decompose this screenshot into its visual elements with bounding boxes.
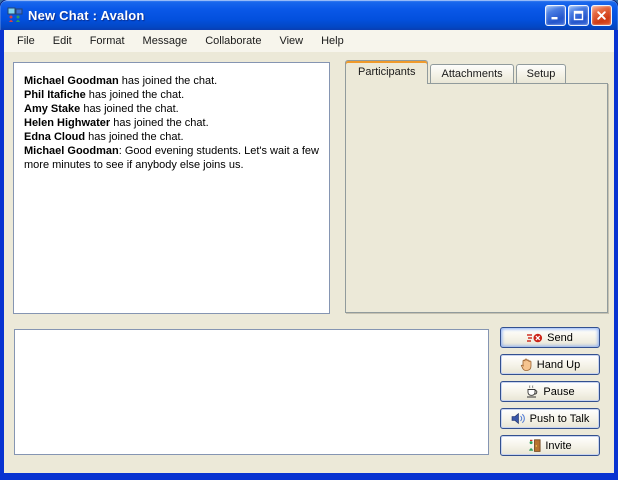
chat-log: Michael Goodman has joined the chat. Phi… [13, 62, 330, 314]
button-label: Invite [545, 440, 571, 452]
menu-view[interactable]: View [270, 32, 312, 50]
button-label: Pause [543, 386, 574, 398]
chat-message: Michael Goodman: Good evening students. … [24, 144, 319, 172]
maximize-icon [573, 10, 584, 21]
hand-up-button[interactable]: Hand Up [500, 354, 600, 375]
menu-edit[interactable]: Edit [44, 32, 81, 50]
tab-participants[interactable]: Participants [345, 60, 428, 84]
tab-attachments[interactable]: Attachments [430, 64, 513, 84]
chat-message: Phil Itafiche has joined the chat. [24, 88, 319, 102]
speaker-icon [511, 412, 526, 425]
app-window: New Chat : Avalon File Edit Format Me [0, 0, 618, 480]
message-text: has joined the chat. [80, 103, 178, 115]
menubar: File Edit Format Message Collaborate Vie… [4, 30, 614, 52]
close-icon [596, 10, 607, 21]
message-text: has joined the chat. [119, 75, 217, 87]
menu-help[interactable]: Help [312, 32, 353, 50]
message-text: has joined the chat. [85, 131, 183, 143]
push-to-talk-button[interactable]: Push to Talk [500, 408, 600, 429]
message-author: Michael Goodman [24, 75, 119, 87]
window-title: New Chat : Avalon [28, 8, 145, 23]
send-icon [527, 332, 543, 344]
titlebar[interactable]: New Chat : Avalon [0, 0, 618, 30]
menu-file[interactable]: File [8, 32, 44, 50]
chat-message: Michael Goodman has joined the chat. [24, 74, 319, 88]
button-label: Send [547, 332, 573, 344]
menu-collaborate[interactable]: Collaborate [196, 32, 270, 50]
chat-message: Helen Highwater has joined the chat. [24, 116, 319, 130]
hand-icon [520, 358, 533, 371]
menu-message[interactable]: Message [134, 32, 197, 50]
message-author: Phil Itafiche [24, 89, 86, 101]
invite-icon [528, 439, 541, 452]
tab-strip: Participants Attachments Setup [345, 60, 568, 84]
minimize-icon [550, 10, 561, 21]
pause-button[interactable]: Pause [500, 381, 600, 402]
close-button[interactable] [591, 5, 612, 26]
menu-format[interactable]: Format [81, 32, 134, 50]
button-label: Push to Talk [530, 413, 590, 425]
message-text: has joined the chat. [86, 89, 184, 101]
coffee-cup-icon [525, 385, 539, 398]
button-label: Hand Up [537, 359, 580, 371]
composer-input[interactable] [14, 329, 489, 455]
message-author: Amy Stake [24, 103, 80, 115]
message-author: Helen Highwater [24, 117, 110, 129]
message-author: Edna Cloud [24, 131, 85, 143]
invite-button[interactable]: Invite [500, 435, 600, 456]
send-button[interactable]: Send [500, 327, 600, 348]
chat-message: Amy Stake has joined the chat. [24, 102, 319, 116]
maximize-button[interactable] [568, 5, 589, 26]
minimize-button[interactable] [545, 5, 566, 26]
chat-message: Edna Cloud has joined the chat. [24, 130, 319, 144]
message-text: has joined the chat. [110, 117, 208, 129]
tab-setup[interactable]: Setup [516, 64, 567, 84]
tab-panel [345, 83, 608, 313]
message-author: Michael Goodman [24, 145, 119, 157]
app-icon [7, 7, 23, 23]
